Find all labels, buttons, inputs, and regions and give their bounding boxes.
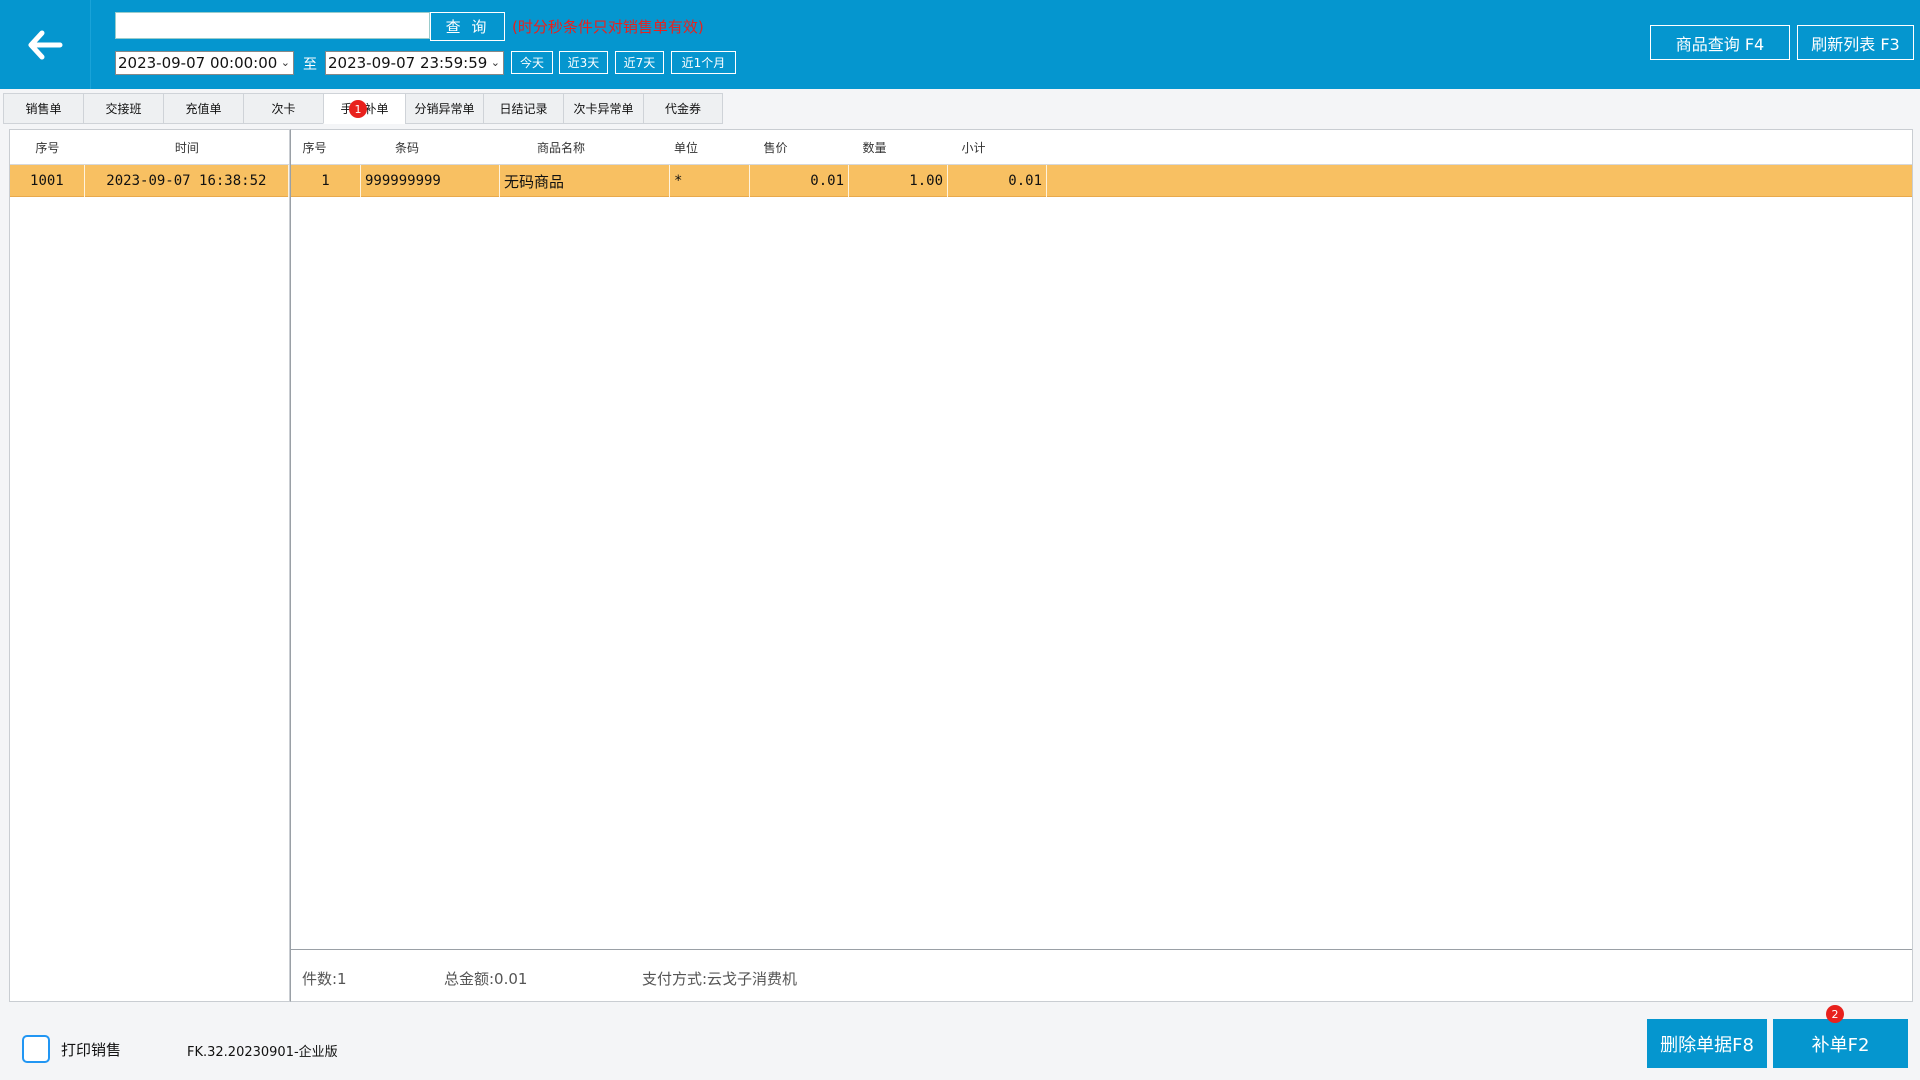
step-badge: 2 (1826, 1005, 1844, 1023)
tab-voucher[interactable]: 代金券 (643, 93, 723, 124)
column-header: 数量 (862, 141, 887, 155)
step-badge: 1 (349, 100, 367, 118)
date-to-picker[interactable]: 2023-09-07 23:59:59 ⌄ (325, 51, 504, 75)
range-3days-button[interactable]: 近3天 (559, 51, 608, 74)
column-header: 售价 (763, 141, 788, 155)
range-7days-button[interactable]: 近7天 (615, 51, 664, 74)
column-header: 单位 (673, 141, 698, 155)
tab-daily-settlement[interactable]: 日结记录 (483, 93, 563, 124)
tab-count-card[interactable]: 次卡 (243, 93, 323, 124)
table-cell: 0.01 (948, 165, 1047, 197)
table-row[interactable]: 1 999999999 无码商品 * 0.01 1.00 0.01 (291, 165, 1912, 197)
order-list-panel: 序号 时间 1001 2023-09-07 16:38:52 (9, 129, 290, 1002)
date-from-picker[interactable]: 2023-09-07 00:00:00 ⌄ (115, 51, 294, 75)
tab-sales[interactable]: 销售单 (3, 93, 83, 124)
delete-document-button[interactable]: 删除单据F8 (1647, 1019, 1767, 1068)
table-cell: 2023-09-07 16:38:52 (85, 165, 289, 197)
column-header: 序号 (35, 141, 60, 155)
print-sales-label: 打印销售 (61, 1041, 122, 1059)
tab-distribution-exception[interactable]: 分销异常单 (405, 93, 483, 124)
version-label: FK.32.20230901-企业版 (187, 1045, 338, 1060)
arrow-left-icon (28, 30, 63, 59)
back-button[interactable] (0, 0, 91, 89)
tab-count-card-exception[interactable]: 次卡异常单 (563, 93, 643, 124)
tab-manual-supplement[interactable]: 手工补单 1 (323, 93, 405, 124)
supplement-order-button[interactable]: 补单F2 (1773, 1019, 1908, 1068)
refresh-list-button[interactable]: 刷新列表 F3 (1797, 25, 1914, 60)
date-to-value: 2023-09-07 23:59:59 (328, 54, 488, 72)
order-detail-panel: 序号 条码 商品名称 单位 售价 数量 小计 1 999999999 无码商品 … (290, 129, 1913, 1002)
column-header: 时间 (174, 141, 199, 155)
date-range-separator: 至 (303, 57, 317, 73)
query-button[interactable]: 查 询 (430, 12, 505, 41)
product-query-button[interactable]: 商品查询 F4 (1650, 25, 1790, 60)
record-tabs: 销售单 交接班 充值单 次卡 手工补单 1 分销异常单 日结记录 次卡异常单 代… (3, 93, 723, 124)
column-header: 商品名称 (536, 141, 585, 155)
total-amount: 总金额:0.01 (444, 970, 528, 988)
table-row[interactable]: 1001 2023-09-07 16:38:52 (10, 165, 289, 197)
tab-recharge[interactable]: 充值单 (163, 93, 243, 124)
supplement-order-label: 补单F2 (1811, 1034, 1870, 1056)
date-from-value: 2023-09-07 00:00:00 (118, 54, 278, 72)
order-summary: 件数:1 总金额:0.01 支付方式:云戈子消费机 (291, 949, 1912, 1001)
order-list-header: 序号 时间 (10, 130, 289, 165)
column-header: 序号 (302, 141, 327, 155)
table-cell: 0.01 (750, 165, 849, 197)
table-cell: 1001 (10, 165, 85, 197)
chevron-down-icon: ⌄ (490, 56, 500, 69)
chevron-down-icon: ⌄ (280, 56, 290, 69)
table-cell: 1.00 (849, 165, 948, 197)
payment-method: 支付方式:云戈子消费机 (642, 970, 798, 988)
table-cell: 999999999 (361, 165, 500, 197)
time-condition-hint: (时分秒条件只对销售单有效) (512, 18, 704, 36)
tab-shift-handover[interactable]: 交接班 (83, 93, 163, 124)
range-today-button[interactable]: 今天 (511, 51, 553, 74)
range-1month-button[interactable]: 近1个月 (671, 51, 736, 74)
item-count: 件数:1 (302, 970, 347, 988)
top-bar: 查 询 (时分秒条件只对销售单有效) 2023-09-07 00:00:00 ⌄… (0, 0, 1920, 89)
table-cell: 1 (291, 165, 361, 197)
search-input[interactable] (115, 12, 430, 39)
order-detail-header: 序号 条码 商品名称 单位 售价 数量 小计 (291, 130, 1912, 165)
print-sales-checkbox[interactable] (22, 1035, 50, 1063)
column-header: 条码 (394, 141, 419, 155)
table-cell: * (670, 165, 750, 197)
table-cell: 无码商品 (500, 165, 670, 197)
column-header: 小计 (961, 141, 986, 155)
